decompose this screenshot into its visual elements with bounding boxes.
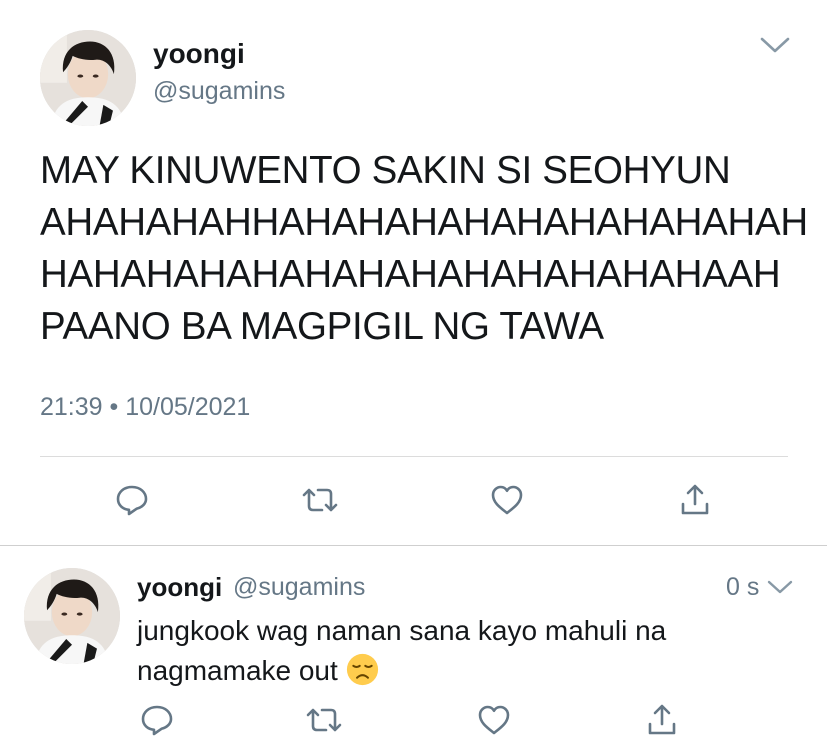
reply-timestamp: 0 s	[726, 573, 760, 601]
reply-author-display-name[interactable]: yoongi	[137, 572, 222, 603]
reply-text-line: nagmamake out	[137, 655, 338, 686]
reply-body: jungkook wag naman sana kayo mahuli na n…	[137, 611, 797, 691]
reply-text-line-2: nagmamake out	[137, 651, 797, 691]
disappointed-face-emoji-icon	[346, 653, 378, 686]
reply-author-handle[interactable]: @sugamins	[233, 573, 365, 602]
reply-icon[interactable]	[114, 482, 150, 518]
divider	[40, 456, 788, 457]
avatar-image	[40, 30, 136, 126]
divider	[0, 545, 827, 546]
tweet-detail-screen: yoongi @sugamins MAY KINUWENTO SAKIN SI …	[0, 0, 827, 745]
share-icon[interactable]	[644, 702, 680, 738]
like-icon[interactable]	[489, 482, 525, 518]
like-icon[interactable]	[476, 702, 512, 738]
tweet-text-line: HAHAHAHAHAHAHAHAHAHAHAHAHAAH	[40, 253, 781, 296]
author-handle[interactable]: @sugamins	[153, 77, 285, 106]
tweet-text-line: PAANO BA MAGPIGIL NG TAWA	[40, 305, 604, 348]
tweet-body: MAY KINUWENTO SAKIN SI SEOHYUN AHAHAHAHH…	[40, 145, 810, 353]
chevron-down-icon[interactable]	[766, 578, 794, 596]
tweet-text-line: MAY KINUWENTO SAKIN SI SEOHYUN	[40, 149, 731, 192]
avatar-image	[24, 568, 120, 664]
retweet-icon[interactable]	[300, 482, 340, 518]
reply-icon[interactable]	[139, 702, 175, 738]
chevron-down-icon[interactable]	[758, 34, 792, 56]
author-display-name[interactable]: yoongi	[153, 38, 245, 70]
reply-author-avatar[interactable]	[24, 568, 120, 664]
tweet-timestamp: 21:39 • 10/05/2021	[40, 393, 251, 421]
reply-text-line: jungkook wag naman sana kayo mahuli na	[137, 615, 667, 646]
author-avatar[interactable]	[40, 30, 136, 126]
tweet-text-line: AHAHAHAHHAHAHAHAHAHAHAHAHAHAH	[40, 201, 808, 244]
retweet-icon[interactable]	[304, 702, 344, 738]
share-icon[interactable]	[677, 482, 713, 518]
